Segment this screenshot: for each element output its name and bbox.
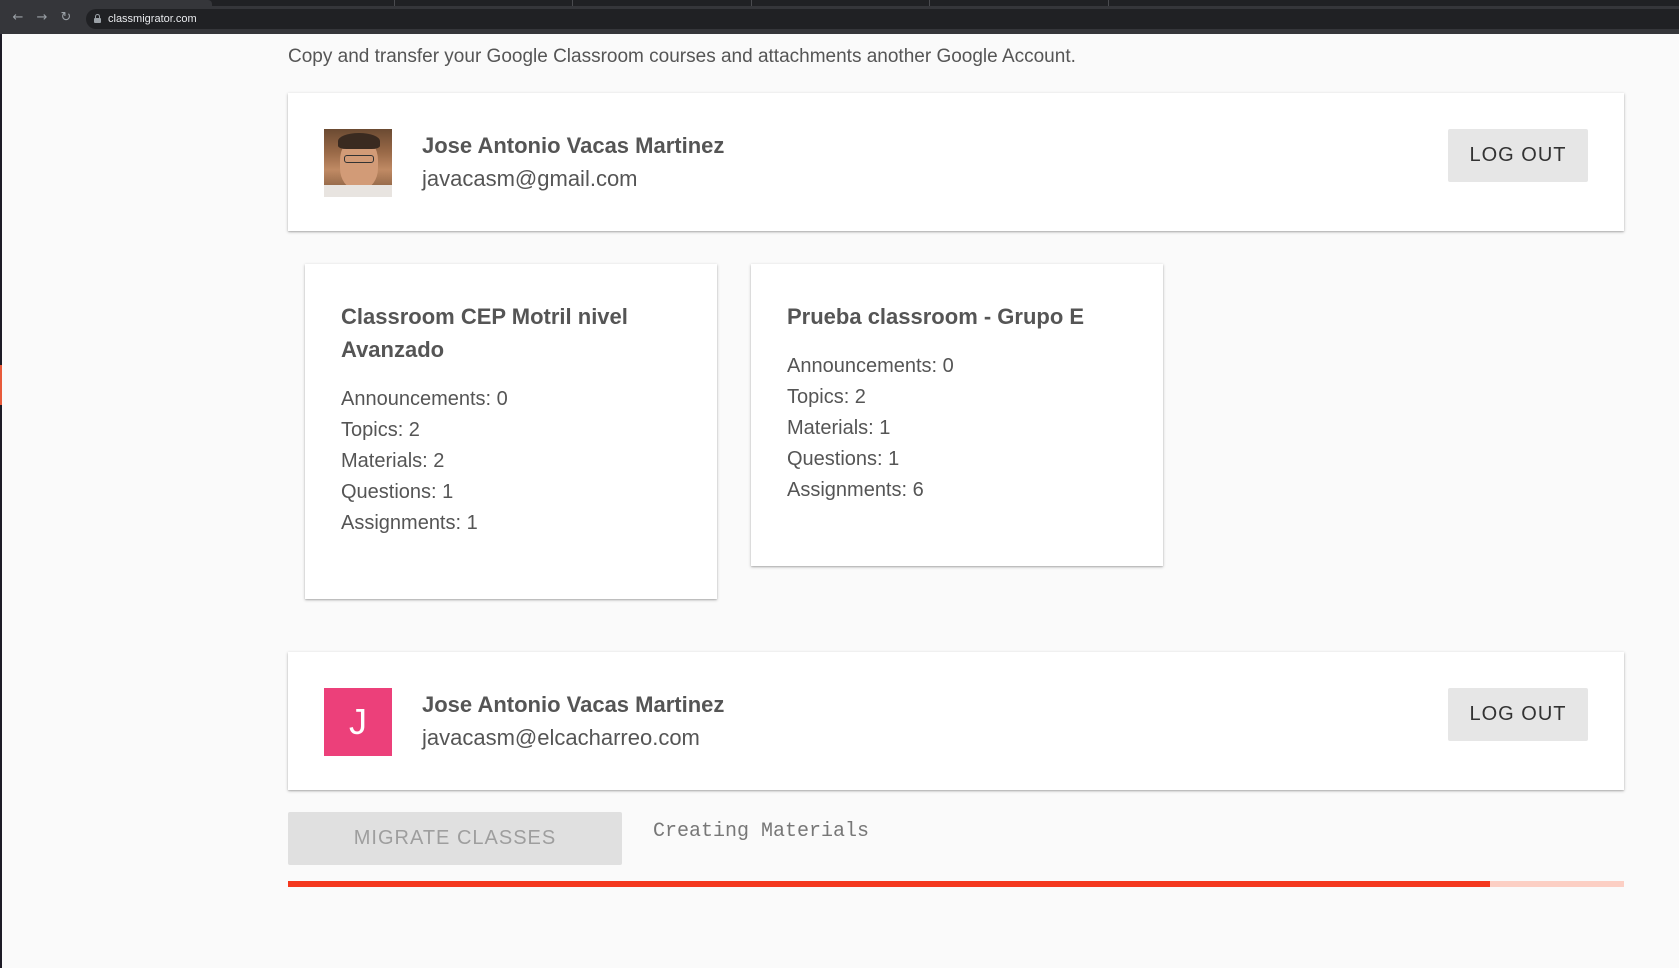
class-stat-assignments: Assignments: 6 xyxy=(787,479,924,501)
tab-separator xyxy=(929,0,930,6)
tab-separator xyxy=(1108,0,1109,6)
class-card: Classroom CEP Motril nivel Avanzado Anno… xyxy=(305,264,717,599)
avatar xyxy=(324,129,392,197)
lock-icon xyxy=(94,14,101,23)
url-text: classmigrator.com xyxy=(108,13,197,25)
class-stat-questions: Questions: 1 xyxy=(787,448,900,470)
migrate-classes-button[interactable]: MIGRATE CLASSES xyxy=(288,812,622,865)
class-stat-announcements: Announcements: 0 xyxy=(787,355,954,377)
class-stat-materials: Materials: 2 xyxy=(341,450,445,472)
class-stat-assignments: Assignments: 1 xyxy=(341,512,478,534)
source-account-card: Jose Antonio Vacas Martinez javacasm@gma… xyxy=(288,93,1624,231)
class-title: Prueba classroom - Grupo E xyxy=(787,304,1085,329)
progress-fill xyxy=(288,881,1491,887)
account-name: Jose Antonio Vacas Martinez xyxy=(422,133,725,158)
class-stat-topics: Topics: 2 xyxy=(341,419,420,441)
browser-tab-active[interactable] xyxy=(0,0,212,6)
class-stat-topics: Topics: 2 xyxy=(787,386,866,408)
account-email: javacasm@gmail.com xyxy=(422,166,638,191)
class-stat-questions: Questions: 1 xyxy=(341,481,454,503)
tab-separator xyxy=(572,0,573,6)
class-stat-announcements: Announcements: 0 xyxy=(341,388,508,410)
target-account-card: J Jose Antonio Vacas Martinez javacasm@e… xyxy=(288,652,1624,790)
avatar: J xyxy=(324,688,392,756)
forward-arrow-icon[interactable]: → xyxy=(35,11,49,25)
tab-strip xyxy=(0,0,1679,6)
migration-progress-bar xyxy=(288,881,1624,887)
class-title: Classroom CEP Motril nivel Avanzado xyxy=(341,304,628,362)
tab-separator xyxy=(394,0,395,6)
back-arrow-icon[interactable]: ← xyxy=(11,11,25,25)
account-email: javacasm@elcacharreo.com xyxy=(422,725,700,750)
desktop-edge xyxy=(0,34,2,968)
migration-status: Creating Materials xyxy=(653,820,870,843)
page-subtitle: Copy and transfer your Google Classroom … xyxy=(288,46,1076,67)
reload-icon[interactable]: ↻ xyxy=(59,11,73,25)
address-bar[interactable]: classmigrator.com xyxy=(86,9,1679,29)
class-stat-materials: Materials: 1 xyxy=(787,417,891,439)
logout-button[interactable]: LOG OUT xyxy=(1448,688,1588,741)
desktop-edge-accent xyxy=(0,365,2,405)
account-name: Jose Antonio Vacas Martinez xyxy=(422,692,725,717)
logout-button[interactable]: LOG OUT xyxy=(1448,129,1588,182)
class-card: Prueba classroom - Grupo E Announcements… xyxy=(751,264,1163,566)
tab-separator xyxy=(751,0,752,6)
browser-toolbar: ← → ↻ classmigrator.com xyxy=(0,0,1679,34)
